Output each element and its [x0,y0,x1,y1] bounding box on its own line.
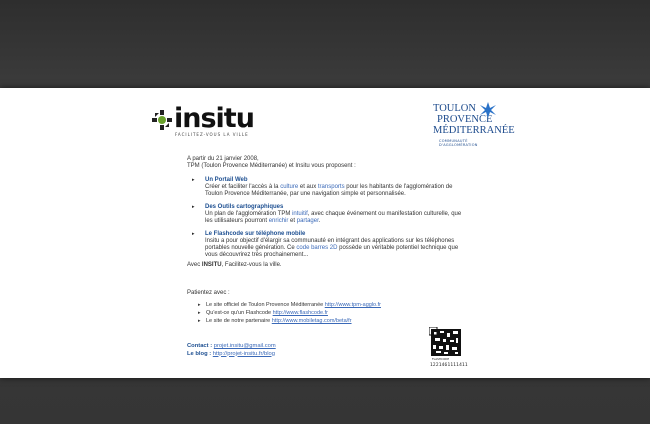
item-title: Le Flashcode sur téléphone mobile [205,231,306,237]
tpm-logo-subline: COMMUNAUTÉ D'AGGLOMÉRATION [439,139,478,147]
text: Qu'est-ce qu'un Flashcode [206,310,273,316]
tpm-logo[interactable]: TOULON PROVENCE MÉDITERRANÉE COMMUNAUTÉ … [433,102,515,147]
list-item: ▸ Le site officiel de Toulon Provence Méd… [198,301,381,309]
culture-link[interactable]: culture [280,184,298,190]
text: et [288,218,297,224]
bullet-arrow-icon: ▸ [192,231,195,237]
flashcode-link[interactable]: http://www.flashcode.fr [273,310,328,316]
contact-block: Contact : projet.insitu@gmail.com Le blo… [187,343,276,358]
contact-label: Contact : [187,343,213,349]
main-content: A partir du 21 janvier 2008, TPM (Toulon… [187,156,467,265]
feature-list: ▸ Un Portail Web Créer et faciliter l'ac… [192,177,467,259]
text: , Facilitez-vous la ville. [221,262,282,268]
item-desc: Créer et faciliter l'accès à la culture … [205,184,467,198]
intro: A partir du 21 janvier 2008, TPM (Toulon… [187,156,467,170]
contact-row: Contact : projet.insitu@gmail.com [187,343,276,351]
patientez-heading: Patientez avec : [187,290,230,296]
bullet-arrow-icon: ▸ [198,318,201,324]
enrichir-link[interactable]: enrichir [269,218,289,224]
bullet-arrow-icon: ▸ [198,310,201,316]
blog-label: Le blog : [187,350,212,357]
insitu-logo-text: insitu [174,103,255,134]
blog-link[interactable]: http://projet-insitu.fr/blog [213,351,275,357]
list-item: ▸ Un Portail Web Créer et faciliter l'ac… [192,177,467,198]
tpm-logo-line-3: MÉDITERRANÉE [433,125,515,136]
item-desc: Insitu a pour objectif d'élargir sa comm… [205,238,467,259]
insitu-logo-mark-icon [152,110,172,130]
mobiletag-link[interactable]: http://www.mobiletag.com/beta/fr [272,318,352,324]
transports-link[interactable]: transports [318,184,345,190]
qr-label: FLASHCODE [432,357,449,361]
item-desc: Un plan de l'agglomération TPM intuitif,… [205,211,467,225]
text: Créer et faciliter l'accès à la [205,184,281,190]
intro-line-2: TPM (Toulon Provence Méditerranée) et In… [187,163,356,169]
intro-line-1: A partir du 21 janvier 2008, [187,156,259,162]
contact-email-link[interactable]: projet.insitu@gmail.com [214,343,276,349]
bullet-arrow-icon: ▸ [198,302,201,308]
code-barres-link[interactable]: code barres 2D [296,245,337,251]
flashcode-number: 1221461111411 [430,363,468,368]
brand-name: INSITU [201,262,222,268]
list-item: ▸ Le Flashcode sur téléphone mobile Insi… [192,231,467,259]
closing-line: Avec INSITU, Facilitez-vous la ville. [187,262,282,268]
tpm-logo-line-1: TOULON [433,103,476,114]
flashcode-qr-icon: FLASHCODE [429,327,463,361]
partager-link[interactable]: partager [297,218,319,224]
insitu-logo[interactable]: insitu FACILITEZ-VOUS LA VILLE [151,103,261,137]
insitu-tagline: FACILITEZ-VOUS LA VILLE [175,132,249,137]
item-title: Un Portail Web [205,177,248,183]
text: Le site de notre partenaire [206,318,272,324]
list-item: ▸ Le site de notre partenaire http://www.… [198,317,381,325]
blog-row: Le blog : http://projet-insitu.fr/blog [187,351,276,359]
bullet-arrow-icon: ▸ [192,177,195,183]
bullet-arrow-icon: ▸ [192,204,195,210]
list-item: ▸ Qu'est-ce qu'un Flashcode http://www.fl… [198,309,381,317]
tpm-star-icon [480,102,496,118]
intuitif-link[interactable]: intuitif [292,211,308,217]
text: et aux [298,184,318,190]
text: Un plan de l'agglomération TPM [205,211,293,217]
tpm-site-link[interactable]: http://www.tpm-agglo.fr [325,302,381,308]
text: Avec [187,262,202,268]
text: Le site officiel de Toulon Provence Médi… [206,302,325,308]
text: . [318,218,321,224]
partner-links-list: ▸ Le site officiel de Toulon Provence Méd… [198,301,381,325]
item-title: Des Outils cartographiques [205,204,284,210]
list-item: ▸ Des Outils cartographiques Un plan de … [192,204,467,225]
